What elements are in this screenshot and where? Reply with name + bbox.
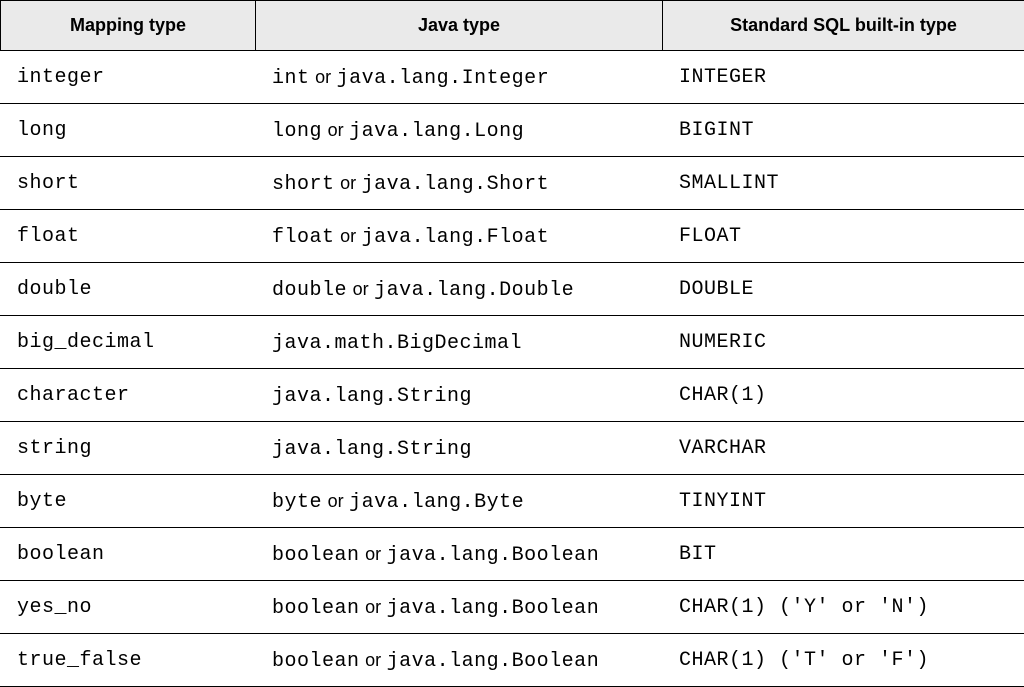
table-body: integerint or java.lang.IntegerINTEGERlo… [1, 51, 1024, 687]
table-row: integerint or java.lang.IntegerINTEGER [1, 51, 1024, 104]
col-sql-type: Standard SQL built-in type [663, 1, 1024, 51]
cell-mapping-type: float [1, 210, 256, 263]
cell-sql-type: FLOAT [663, 210, 1024, 263]
cell-java-type: boolean or java.lang.Boolean [256, 528, 663, 581]
cell-java-type: java.math.BigDecimal [256, 316, 663, 369]
table-row: floatfloat or java.lang.FloatFLOAT [1, 210, 1024, 263]
cell-mapping-type: boolean [1, 528, 256, 581]
or-word: or [340, 173, 356, 193]
cell-mapping-type: big_decimal [1, 316, 256, 369]
cell-mapping-type: string [1, 422, 256, 475]
java-primitive: boolean [272, 597, 360, 620]
table-row: big_decimal java.math.BigDecimal NUMERIC [1, 316, 1024, 369]
java-primitive: float [272, 226, 335, 249]
cell-mapping-type: long [1, 104, 256, 157]
cell-sql-type: VARCHAR [663, 422, 1024, 475]
java-primitive: short [272, 173, 335, 196]
col-mapping-type: Mapping type [1, 1, 256, 51]
cell-java-type: float or java.lang.Float [256, 210, 663, 263]
java-wrapper: java.lang.Short [362, 173, 550, 196]
cell-mapping-type: yes_no [1, 581, 256, 634]
cell-sql-type: BIT [663, 528, 1024, 581]
java-wrapper: java.lang.Boolean [387, 544, 600, 567]
java-wrapper: java.lang.Byte [349, 491, 524, 514]
cell-java-type: java.lang.String [256, 369, 663, 422]
cell-mapping-type: short [1, 157, 256, 210]
java-class: java.math.BigDecimal [272, 332, 522, 355]
java-wrapper: java.lang.Boolean [387, 650, 600, 673]
cell-sql-type: SMALLINT [663, 157, 1024, 210]
cell-java-type: byte or java.lang.Byte [256, 475, 663, 528]
or-word: or [365, 544, 381, 564]
or-word: or [340, 226, 356, 246]
cell-java-type: double or java.lang.Double [256, 263, 663, 316]
or-word: or [365, 597, 381, 617]
cell-sql-type: DOUBLE [663, 263, 1024, 316]
java-class: java.lang.String [272, 385, 472, 408]
or-word: or [365, 650, 381, 670]
java-wrapper: java.lang.Float [362, 226, 550, 249]
table-row: bytebyte or java.lang.ByteTINYINT [1, 475, 1024, 528]
java-primitive: double [272, 279, 347, 302]
table-row: booleanboolean or java.lang.BooleanBIT [1, 528, 1024, 581]
java-wrapper: java.lang.Boolean [387, 597, 600, 620]
cell-sql-type: NUMERIC [663, 316, 1024, 369]
cell-java-type: java.lang.String [256, 422, 663, 475]
or-word: or [353, 279, 369, 299]
java-primitive: boolean [272, 650, 360, 673]
cell-java-type: long or java.lang.Long [256, 104, 663, 157]
or-word: or [328, 120, 344, 140]
cell-java-type: short or java.lang.Short [256, 157, 663, 210]
cell-sql-type: INTEGER [663, 51, 1024, 104]
java-wrapper: java.lang.Double [374, 279, 574, 302]
java-wrapper: java.lang.Integer [337, 67, 550, 90]
or-word: or [328, 491, 344, 511]
table-header: Mapping type Java type Standard SQL buil… [1, 1, 1024, 51]
type-mapping-table: Mapping type Java type Standard SQL buil… [0, 0, 1024, 687]
or-word: or [315, 67, 331, 87]
cell-mapping-type: true_false [1, 634, 256, 687]
cell-mapping-type: integer [1, 51, 256, 104]
java-primitive: byte [272, 491, 322, 514]
cell-sql-type: TINYINT [663, 475, 1024, 528]
java-class: java.lang.String [272, 438, 472, 461]
cell-java-type: boolean or java.lang.Boolean [256, 581, 663, 634]
cell-sql-type: CHAR(1) ('Y' or 'N') [663, 581, 1024, 634]
cell-mapping-type: byte [1, 475, 256, 528]
table-row: yes_noboolean or java.lang.BooleanCHAR(1… [1, 581, 1024, 634]
cell-sql-type: CHAR(1) [663, 369, 1024, 422]
table-row: longlong or java.lang.LongBIGINT [1, 104, 1024, 157]
table-row: true_falseboolean or java.lang.BooleanCH… [1, 634, 1024, 687]
cell-mapping-type: character [1, 369, 256, 422]
cell-java-type: int or java.lang.Integer [256, 51, 663, 104]
table-row: doubledouble or java.lang.DoubleDOUBLE [1, 263, 1024, 316]
cell-sql-type: CHAR(1) ('T' or 'F') [663, 634, 1024, 687]
java-wrapper: java.lang.Long [349, 120, 524, 143]
table-row: character java.lang.String CHAR(1) [1, 369, 1024, 422]
cell-mapping-type: double [1, 263, 256, 316]
cell-sql-type: BIGINT [663, 104, 1024, 157]
cell-java-type: boolean or java.lang.Boolean [256, 634, 663, 687]
java-primitive: long [272, 120, 322, 143]
table-row: shortshort or java.lang.ShortSMALLINT [1, 157, 1024, 210]
col-java-type: Java type [256, 1, 663, 51]
java-primitive: boolean [272, 544, 360, 567]
java-primitive: int [272, 67, 310, 90]
table-row: string java.lang.String VARCHAR [1, 422, 1024, 475]
